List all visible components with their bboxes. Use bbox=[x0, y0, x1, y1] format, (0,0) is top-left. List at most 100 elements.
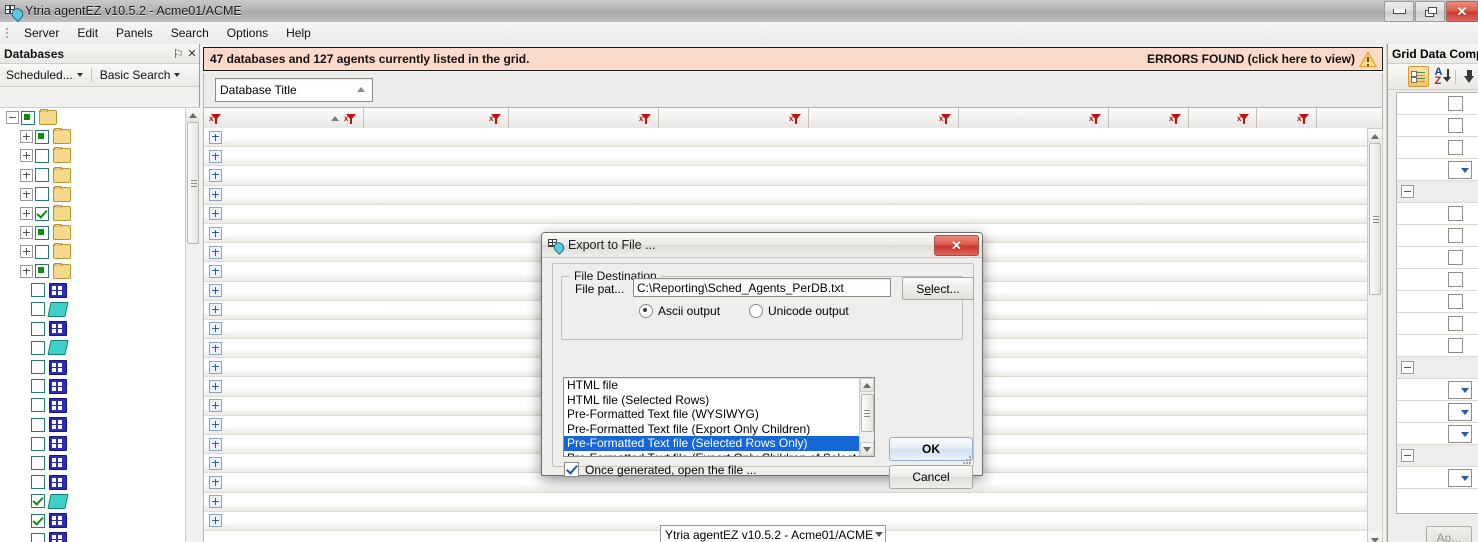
grid-column-header[interactable]: x bbox=[364, 108, 509, 129]
tree-checkbox[interactable] bbox=[31, 379, 45, 394]
export-format-option[interactable]: HTML file (Selected Rows) bbox=[564, 393, 874, 408]
tree-item[interactable] bbox=[0, 262, 185, 281]
filter-icon[interactable]: x bbox=[209, 113, 223, 125]
tree-checkbox[interactable] bbox=[31, 494, 45, 509]
status-bar[interactable]: 47 databases and 127 agents currently li… bbox=[203, 47, 1383, 71]
grid-group-row[interactable] bbox=[204, 185, 1368, 205]
property-checkbox[interactable] bbox=[1448, 316, 1463, 331]
menu-item-options[interactable]: Options bbox=[218, 24, 277, 42]
filter-icon[interactable]: x bbox=[639, 113, 653, 125]
row-expander-icon[interactable] bbox=[209, 360, 222, 374]
tree-item[interactable] bbox=[0, 223, 185, 242]
row-expander-icon[interactable] bbox=[209, 168, 222, 182]
grid-group-row[interactable] bbox=[204, 204, 1368, 224]
row-expander-icon[interactable] bbox=[209, 341, 222, 355]
grid-group-row[interactable] bbox=[204, 147, 1368, 167]
property-row[interactable] bbox=[1397, 379, 1478, 401]
filter-icon[interactable]: x bbox=[1297, 113, 1311, 125]
property-checkbox[interactable] bbox=[1448, 118, 1463, 133]
tree-checkbox[interactable] bbox=[31, 417, 45, 432]
tree-item[interactable] bbox=[0, 357, 185, 376]
filter-icon[interactable]: x bbox=[939, 113, 953, 125]
row-expander-icon[interactable] bbox=[209, 264, 222, 278]
export-format-option[interactable]: Pre-Formatted Text file (Export Only Chi… bbox=[564, 451, 874, 456]
tree-expander-icon[interactable] bbox=[20, 264, 33, 278]
export-format-options[interactable]: HTML file HTML file (Selected Rows) Pre-Fo… bbox=[564, 378, 874, 456]
grid-vertical-scrollbar[interactable] bbox=[1367, 128, 1383, 542]
scroll-down-button[interactable] bbox=[1368, 533, 1382, 542]
row-expander-icon[interactable] bbox=[209, 399, 222, 413]
maximize-button[interactable] bbox=[1415, 1, 1445, 22]
export-format-option[interactable]: Pre-Formatted Text file (WYSIWYG) bbox=[564, 407, 874, 422]
property-combo[interactable] bbox=[1448, 380, 1472, 399]
grid-group-row[interactable] bbox=[204, 128, 1368, 148]
tree-checkbox[interactable] bbox=[35, 225, 49, 240]
property-row[interactable] bbox=[1397, 247, 1478, 269]
tree-item[interactable] bbox=[0, 300, 185, 319]
tree-item[interactable] bbox=[0, 415, 185, 434]
tree-checkbox[interactable] bbox=[21, 110, 35, 125]
menu-item-server[interactable]: Server bbox=[15, 24, 68, 42]
tree-item[interactable] bbox=[0, 146, 185, 165]
grid-column-header[interactable]: xx bbox=[204, 108, 364, 129]
property-combo[interactable] bbox=[1448, 160, 1472, 179]
ascii-output-radio[interactable]: Ascii output bbox=[639, 304, 720, 318]
dialog-close-button[interactable]: ✕ bbox=[934, 235, 979, 256]
menu-item-edit[interactable]: Edit bbox=[68, 24, 107, 42]
property-checkbox[interactable] bbox=[1448, 294, 1463, 309]
grid-column-header[interactable]: x bbox=[1189, 108, 1257, 129]
tree-expander-icon[interactable] bbox=[20, 187, 33, 201]
row-expander-icon[interactable] bbox=[209, 130, 222, 144]
group-collapse-icon[interactable] bbox=[1401, 449, 1414, 462]
close-button[interactable]: ✕ bbox=[1446, 1, 1478, 22]
tree-item[interactable] bbox=[0, 338, 185, 357]
listbox-scrollbar[interactable] bbox=[859, 378, 874, 456]
tree-item[interactable] bbox=[0, 108, 185, 127]
property-combo[interactable] bbox=[1448, 402, 1472, 421]
export-format-option[interactable]: Pre-Formatted Text file (Export Only Chi… bbox=[564, 422, 874, 437]
file-path-input[interactable]: C:\Reporting\Sched_Agents_PerDB.txt bbox=[633, 278, 891, 297]
open-after-generate-checkbox[interactable]: Once generated, open the file ... bbox=[564, 462, 756, 477]
menu-item-help[interactable]: Help bbox=[277, 24, 320, 42]
export-format-listbox[interactable]: HTML file HTML file (Selected Rows) Pre-Fo… bbox=[563, 377, 875, 457]
property-row[interactable] bbox=[1397, 137, 1478, 159]
group-collapse-icon[interactable] bbox=[1401, 361, 1414, 374]
grid-column-header[interactable]: x bbox=[1109, 108, 1189, 129]
pin-icon[interactable]: ⚐ bbox=[171, 46, 185, 61]
grid-column-header[interactable]: x bbox=[809, 108, 959, 129]
filter-icon[interactable]: x bbox=[1169, 113, 1183, 125]
grid-column-header[interactable]: x bbox=[509, 108, 659, 129]
tree-item[interactable] bbox=[0, 453, 185, 472]
property-row[interactable] bbox=[1397, 115, 1478, 137]
property-row[interactable] bbox=[1397, 467, 1478, 489]
row-expander-icon[interactable] bbox=[209, 437, 222, 451]
property-checkbox[interactable] bbox=[1448, 338, 1463, 353]
tree-expander-icon[interactable] bbox=[6, 111, 19, 125]
unicode-output-radio[interactable]: Unicode output bbox=[749, 304, 849, 318]
row-expander-icon[interactable] bbox=[209, 380, 222, 394]
filter-icon[interactable]: x bbox=[1237, 113, 1251, 125]
tree-checkbox[interactable] bbox=[31, 321, 45, 336]
cancel-button[interactable]: Cancel bbox=[889, 465, 973, 489]
property-group-row[interactable] bbox=[1397, 445, 1478, 467]
menu-item-panels[interactable]: Panels bbox=[107, 24, 162, 42]
scheduled-dropdown[interactable]: Scheduled... bbox=[3, 66, 86, 84]
tree-expander-icon[interactable] bbox=[20, 245, 33, 259]
row-expander-icon[interactable] bbox=[209, 207, 222, 221]
property-row[interactable] bbox=[1397, 203, 1478, 225]
tree-item[interactable] bbox=[0, 204, 185, 223]
property-list[interactable] bbox=[1396, 92, 1478, 514]
property-row[interactable] bbox=[1397, 93, 1478, 115]
row-expander-icon[interactable] bbox=[209, 226, 222, 240]
filter-icon[interactable]: x bbox=[489, 113, 503, 125]
export-format-option[interactable]: Pre-Formatted Text file (Selected Rows O… bbox=[564, 436, 874, 451]
tree-expander-icon[interactable] bbox=[20, 149, 33, 163]
apply-button[interactable]: Ap... bbox=[1426, 526, 1472, 542]
dialog-resize-grip[interactable] bbox=[959, 452, 971, 464]
row-expander-icon[interactable] bbox=[209, 456, 222, 470]
property-row[interactable] bbox=[1397, 335, 1478, 357]
scroll-up-button[interactable] bbox=[860, 378, 874, 392]
property-combo[interactable] bbox=[1448, 468, 1472, 487]
property-row[interactable] bbox=[1397, 225, 1478, 247]
tree-item[interactable] bbox=[0, 434, 185, 453]
